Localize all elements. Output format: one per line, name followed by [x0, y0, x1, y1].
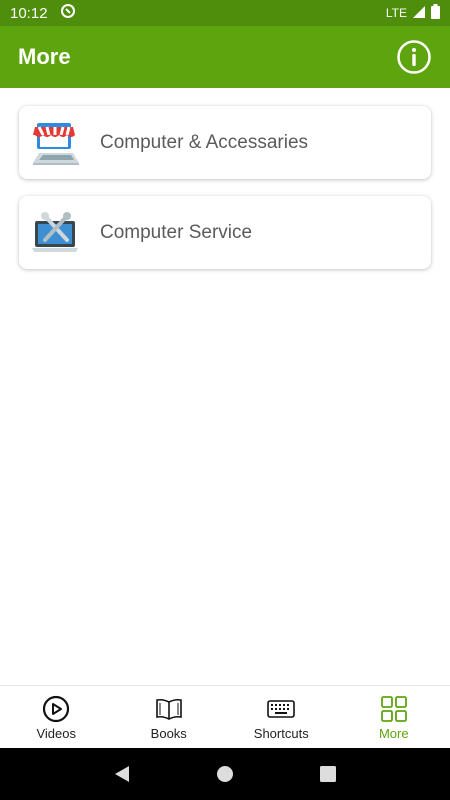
nav-item-more[interactable]: More: [338, 686, 450, 748]
network-label: LTE: [385, 6, 407, 20]
laptop-service-icon: [29, 207, 81, 259]
nav-item-books[interactable]: Books: [113, 686, 226, 748]
recents-button[interactable]: [308, 754, 348, 794]
nav-item-videos[interactable]: Videos: [0, 686, 113, 748]
home-icon: [216, 766, 233, 782]
recents-icon: [320, 766, 337, 782]
list-item-computer-accessaries[interactable]: Computer & Accessaries: [19, 106, 431, 179]
nav-item-shortcuts[interactable]: Shortcuts: [225, 686, 338, 748]
grid-icon: [380, 694, 408, 724]
system-navigation-bar: [0, 748, 450, 800]
info-button[interactable]: [396, 39, 432, 75]
status-time: 10:12: [10, 4, 48, 22]
content-area: Computer & Accessaries Computer Service: [0, 88, 450, 685]
play-circle-icon: [42, 694, 70, 724]
laptop-shop-icon: [29, 117, 81, 169]
page-title: More: [18, 44, 71, 69]
back-icon: [114, 766, 129, 782]
info-icon: [397, 40, 431, 74]
nav-label: Books: [150, 725, 187, 741]
list-item-computer-service[interactable]: Computer Service: [19, 196, 431, 269]
list-item-label: Computer Service: [100, 221, 253, 243]
back-button[interactable]: [102, 754, 142, 794]
book-icon: [155, 694, 183, 724]
status-bar: 10:12 LTE: [0, 0, 450, 26]
nav-label: Videos: [36, 725, 76, 741]
home-button[interactable]: [205, 754, 245, 794]
nav-label: More: [378, 725, 409, 741]
signal-icon: [412, 5, 426, 22]
bottom-navigation: Videos Books Shortcuts More: [0, 685, 450, 748]
notification-icon: [60, 3, 76, 23]
battery-icon: [431, 4, 440, 22]
nav-label: Shortcuts: [253, 725, 309, 741]
app-bar: More: [0, 26, 450, 88]
list-item-label: Computer & Accessaries: [100, 131, 309, 153]
keyboard-icon: [267, 694, 296, 724]
